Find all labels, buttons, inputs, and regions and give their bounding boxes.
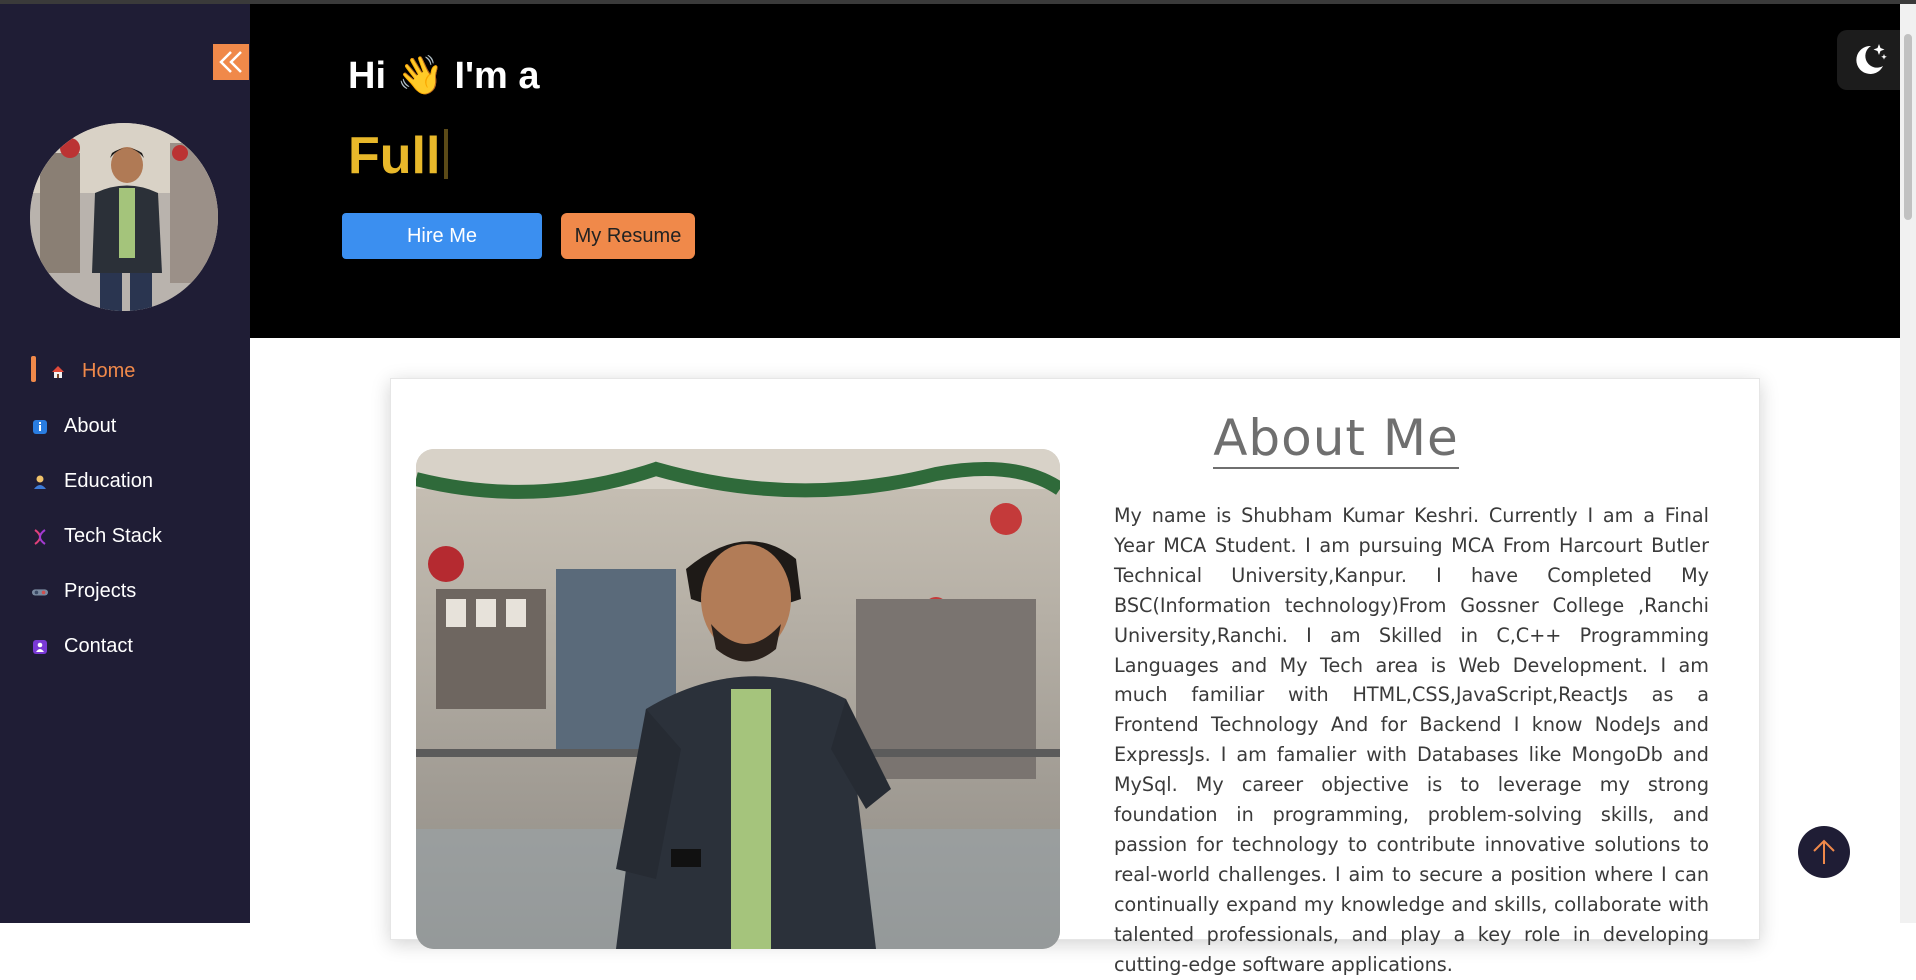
projects-icon	[32, 584, 48, 600]
dna-icon	[32, 528, 48, 545]
sidebar-item-education[interactable]: Education	[0, 454, 250, 509]
typing-caret	[444, 129, 449, 179]
typed-role-text: Full	[348, 126, 449, 186]
theme-toggle-button[interactable]	[1837, 30, 1901, 90]
info-icon	[32, 419, 48, 435]
sidebar-item-tech-stack[interactable]: Tech Stack	[0, 509, 250, 564]
sidebar-nav: Home About Education Tech Stack Projects	[0, 344, 250, 674]
sidebar-item-projects[interactable]: Projects	[0, 564, 250, 619]
sidebar-item-label: Home	[82, 360, 136, 382]
sidebar: Home About Education Tech Stack Projects	[0, 4, 250, 923]
arrow-up-icon	[1813, 839, 1835, 864]
scrollbar-thumb[interactable]	[1904, 34, 1912, 220]
about-title: About Me	[1213, 409, 1459, 469]
about-photo	[416, 449, 1060, 949]
sidebar-item-home[interactable]: Home	[0, 344, 250, 399]
sidebar-item-about[interactable]: About	[0, 399, 250, 454]
collapse-sidebar-button[interactable]	[213, 44, 249, 80]
sidebar-item-label: Education	[64, 470, 153, 492]
contact-card-icon	[32, 639, 48, 655]
house-icon	[50, 364, 66, 380]
about-description: My name is Shubham Kumar Keshri. Current…	[1114, 504, 1709, 976]
double-chevron-left-icon	[219, 51, 242, 73]
scroll-to-top-button[interactable]	[1798, 826, 1850, 878]
sidebar-item-label: About	[64, 415, 117, 437]
student-icon	[32, 474, 48, 490]
hero-section: Hi 👋 I'm a Full Hire Me My Resume	[250, 4, 1900, 338]
my-resume-button[interactable]: My Resume	[561, 213, 695, 259]
moon-stars-icon	[1856, 44, 1887, 74]
hero-greeting: Hi 👋 I'm a	[348, 55, 540, 97]
sidebar-item-label: Contact	[64, 635, 133, 657]
hire-me-button[interactable]: Hire Me	[342, 213, 542, 259]
sidebar-item-contact[interactable]: Contact	[0, 619, 250, 674]
active-indicator	[31, 356, 36, 382]
about-card: About Me My name is Shubham Kumar Keshri…	[390, 378, 1760, 976]
waving-hand-icon: 👋	[396, 55, 444, 97]
sidebar-item-label: Projects	[64, 580, 137, 602]
profile-avatar	[30, 123, 218, 311]
page-scrollbar[interactable]	[1900, 4, 1916, 923]
sidebar-item-label: Tech Stack	[64, 525, 162, 547]
